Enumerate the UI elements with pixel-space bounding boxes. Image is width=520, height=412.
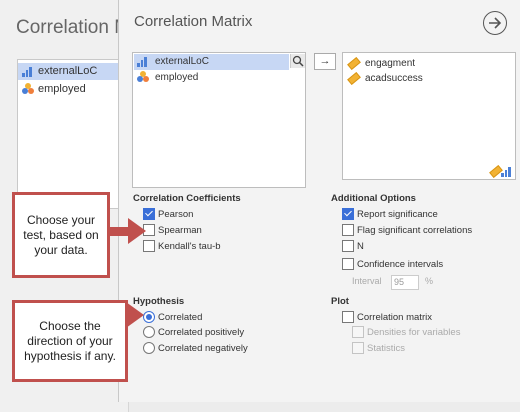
search-button[interactable] [290, 54, 305, 68]
section-title-plot: Plot [331, 296, 349, 307]
back-arrow-button[interactable] [483, 11, 507, 35]
nominal-variable-icon [137, 71, 149, 83]
callout-arrow-icon [128, 218, 146, 244]
callout-arrow-stem [108, 227, 130, 236]
callout-arrow-icon [126, 302, 144, 328]
checkbox-disabled[interactable] [352, 326, 364, 338]
continuous-variable-icon [137, 56, 149, 67]
panel-title: Correlation Matrix [134, 13, 253, 30]
list-item[interactable]: externalLoC [18, 63, 122, 80]
nominal-variable-icon [22, 83, 34, 95]
continuous-variable-icon [22, 66, 34, 77]
checkbox[interactable] [342, 240, 354, 252]
ordinal-variable-icon [489, 164, 503, 179]
callout-text: Choose your test, based on your data. [23, 212, 99, 257]
radio[interactable] [143, 342, 155, 354]
callout-text: Choose the direction of your hypothesis … [24, 318, 116, 363]
allowed-types-icon [489, 164, 513, 179]
checkbox[interactable] [342, 258, 354, 270]
background-variable-list[interactable]: externalLoC employed [17, 59, 123, 209]
interval-input[interactable]: 95 [391, 275, 419, 290]
continuous-variable-icon [501, 166, 513, 177]
callout-choose-test: Choose your test, based on your data. [12, 192, 110, 278]
ordinal-variable-icon [347, 71, 361, 86]
target-variable-list[interactable]: engagment acadsuccess [342, 52, 516, 180]
ordinal-variable-icon [347, 56, 361, 71]
interval-label: Interval [352, 276, 382, 286]
section-title-additional-options: Additional Options [331, 193, 416, 204]
checkbox-disabled[interactable] [352, 342, 364, 354]
arrow-right-icon [489, 17, 502, 29]
checkbox[interactable] [342, 311, 354, 323]
interval-unit: % [425, 276, 434, 286]
move-variable-button[interactable]: → [314, 53, 336, 70]
radio[interactable] [143, 326, 155, 338]
section-title-correlation-coefficients: Correlation Coefficients [133, 193, 241, 204]
checkbox[interactable] [342, 224, 354, 236]
source-variable-list[interactable]: externalLoC employed [132, 52, 306, 188]
list-item[interactable]: employed [18, 81, 122, 98]
search-icon [292, 55, 304, 67]
radio-selected[interactable] [143, 311, 155, 323]
callout-choose-direction: Choose the direction of your hypothesis … [12, 300, 128, 382]
checkbox-checked[interactable] [342, 208, 354, 220]
